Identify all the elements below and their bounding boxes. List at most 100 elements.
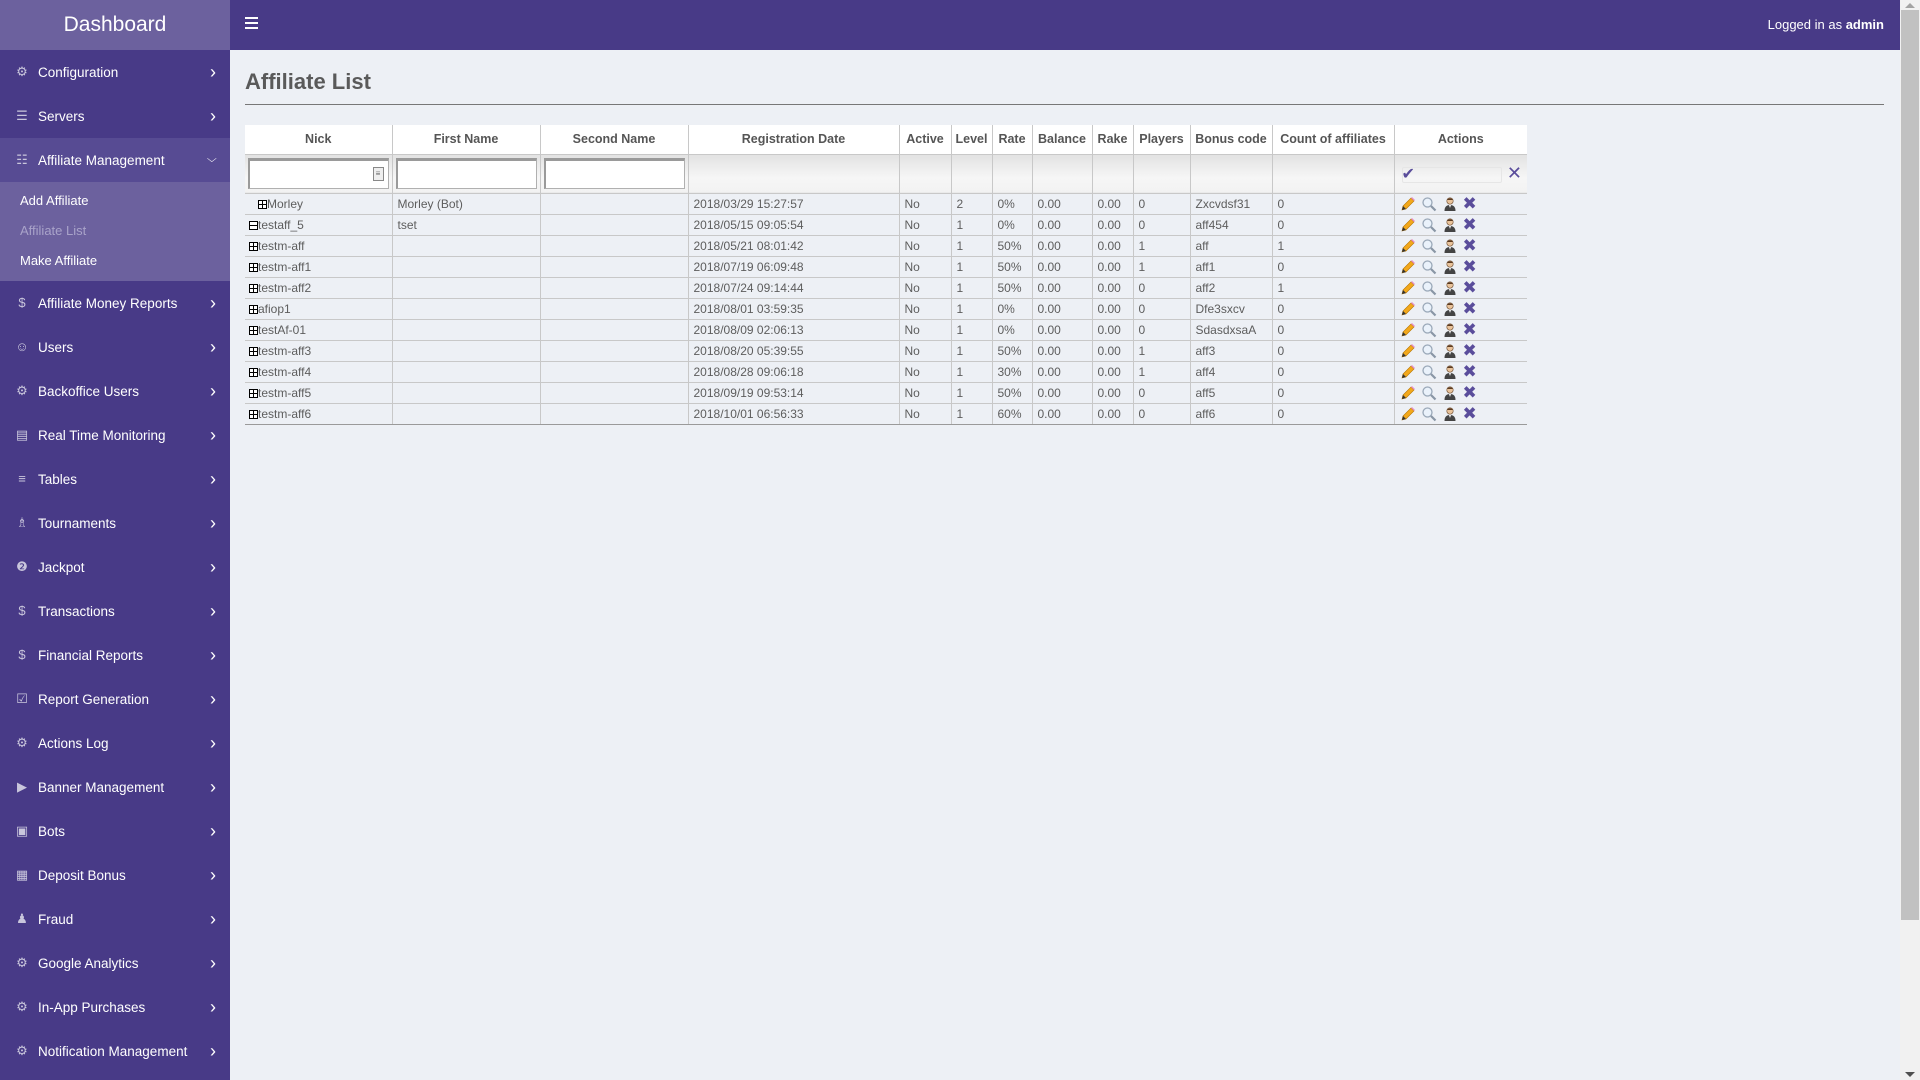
submenu-item-affiliate-list[interactable]: Affiliate List	[0, 216, 230, 246]
table-row[interactable]: testm-aff2 2018/07/24 09:14:44 No 1 50% 0.00 0…	[245, 277, 1527, 299]
expand-plus-icon[interactable]	[249, 262, 258, 272]
user-account-icon[interactable]	[1442, 259, 1458, 275]
table-row[interactable]: testaff_5 tset 2018/05/15 09:05:54 No 1 0% 0.0…	[245, 214, 1527, 236]
edit-pencil-icon[interactable]	[1400, 217, 1416, 233]
view-magnifier-icon[interactable]	[1421, 385, 1437, 401]
expand-plus-icon[interactable]	[249, 283, 258, 293]
sidebar-item-backoffice-users[interactable]: ⚙ Backoffice Users ›	[0, 369, 230, 413]
table-row[interactable]: Morley Morley (Bot) 2018/03/29 15:27:57 No 2…	[245, 193, 1527, 215]
sidebar-item-transactions[interactable]: $ Transactions ›	[0, 589, 230, 633]
submenu-item-add-affiliate[interactable]: Add Affiliate	[0, 186, 230, 216]
view-magnifier-icon[interactable]	[1421, 238, 1437, 254]
table-row[interactable]: testm-aff6 2018/10/01 06:56:33 No 1 60% 0.00 0…	[245, 403, 1527, 425]
sidebar-item-deposit-bonus[interactable]: ▦ Deposit Bonus ›	[0, 853, 230, 897]
view-magnifier-icon[interactable]	[1421, 217, 1437, 233]
sidebar-item-real-time-monitoring[interactable]: ▤ Real Time Monitoring ›	[0, 413, 230, 457]
column-header-count-of-affiliates[interactable]: Count of affiliates	[1272, 125, 1395, 155]
delete-x-icon[interactable]: ✖	[1463, 363, 1479, 380]
vertical-scrollbar[interactable]	[1900, 0, 1920, 1080]
sidebar-item-bots[interactable]: ▣ Bots ›	[0, 809, 230, 853]
edit-pencil-icon[interactable]	[1400, 364, 1416, 380]
delete-x-icon[interactable]: ✖	[1463, 384, 1479, 401]
scroll-down-arrow-icon[interactable]	[1905, 1072, 1915, 1077]
sidebar-item-users[interactable]: ☺ Users ›	[0, 325, 230, 369]
sidebar-item-affiliate-money-reports[interactable]: $ Affiliate Money Reports ›	[0, 281, 230, 325]
scrollbar-thumb[interactable]	[1901, 10, 1919, 920]
user-account-icon[interactable]	[1442, 196, 1458, 212]
table-row[interactable]: afiop1 2018/08/01 03:59:35 No 1 0% 0.00 0.00 0 D…	[245, 298, 1527, 320]
table-row[interactable]: testm-aff 2018/05/21 08:01:42 No 1 50% 0.00 0.…	[245, 235, 1527, 257]
sidebar-item-tables[interactable]: ≡ Tables ›	[0, 457, 230, 501]
sidebar-item-affiliate-management[interactable]: ☷ Affiliate Management ⌵	[0, 138, 230, 182]
user-account-icon[interactable]	[1442, 301, 1458, 317]
table-row[interactable]: testm-aff3 2018/08/20 05:39:55 No 1 50% 0.00 0…	[245, 340, 1527, 362]
column-header-players[interactable]: Players	[1133, 125, 1191, 155]
expand-plus-icon[interactable]	[249, 367, 258, 377]
sidebar-item-tournaments[interactable]: ♗ Tournaments ›	[0, 501, 230, 545]
user-account-icon[interactable]	[1442, 217, 1458, 233]
view-magnifier-icon[interactable]	[1421, 343, 1437, 359]
nick-filter-input[interactable]: ≡	[248, 158, 389, 189]
column-header-nick[interactable]: Nick	[245, 125, 393, 155]
collapse-minus-icon[interactable]	[249, 220, 258, 230]
view-magnifier-icon[interactable]	[1421, 259, 1437, 275]
table-row[interactable]: testAf-01 2018/08/09 02:06:13 No 1 0% 0.00 0.0…	[245, 319, 1527, 341]
view-magnifier-icon[interactable]	[1421, 301, 1437, 317]
apply-filter-check-icon[interactable]: ✔	[1402, 164, 1415, 184]
column-header-balance[interactable]: Balance	[1032, 125, 1093, 155]
delete-x-icon[interactable]: ✖	[1463, 321, 1479, 338]
brand-title[interactable]: Dashboard	[0, 0, 230, 50]
delete-x-icon[interactable]: ✖	[1463, 279, 1479, 296]
table-row[interactable]: testm-aff1 2018/07/19 06:09:48 No 1 50% 0.00 0…	[245, 256, 1527, 278]
second-name-filter-input[interactable]	[543, 158, 685, 189]
delete-x-icon[interactable]: ✖	[1463, 216, 1479, 233]
user-account-icon[interactable]	[1442, 343, 1458, 359]
delete-x-icon[interactable]: ✖	[1463, 237, 1479, 254]
delete-x-icon[interactable]: ✖	[1463, 258, 1479, 275]
user-account-icon[interactable]	[1442, 406, 1458, 422]
sidebar-item-fraud[interactable]: ♟ Fraud ›	[0, 897, 230, 941]
expand-plus-icon[interactable]	[249, 388, 258, 398]
column-header-active[interactable]: Active	[899, 125, 952, 155]
edit-pencil-icon[interactable]	[1400, 343, 1416, 359]
column-header-registration-date[interactable]: Registration Date	[688, 125, 900, 155]
user-account-icon[interactable]	[1442, 238, 1458, 254]
edit-pencil-icon[interactable]	[1400, 196, 1416, 212]
view-magnifier-icon[interactable]	[1421, 196, 1437, 212]
edit-pencil-icon[interactable]	[1400, 238, 1416, 254]
sidebar-item-google-analytics[interactable]: ⚙ Google Analytics ›	[0, 941, 230, 985]
sidebar-item-in-app-purchases[interactable]: ⚙ In-App Purchases ›	[0, 985, 230, 1029]
edit-pencil-icon[interactable]	[1400, 301, 1416, 317]
sidebar-item-financial-reports[interactable]: $ Financial Reports ›	[0, 633, 230, 677]
expand-plus-icon[interactable]	[249, 325, 258, 335]
sidebar-item-configuration[interactable]: ⚙ Configuration ›	[0, 50, 230, 94]
user-account-icon[interactable]	[1442, 280, 1458, 296]
edit-pencil-icon[interactable]	[1400, 259, 1416, 275]
view-magnifier-icon[interactable]	[1421, 322, 1437, 338]
filter-options-icon[interactable]: ≡	[372, 167, 384, 181]
menu-toggle-icon[interactable]	[245, 17, 258, 29]
delete-x-icon[interactable]: ✖	[1463, 195, 1479, 212]
sidebar-item-report-generation[interactable]: ☑ Report Generation ›	[0, 677, 230, 721]
edit-pencil-icon[interactable]	[1400, 406, 1416, 422]
delete-x-icon[interactable]: ✖	[1463, 405, 1479, 422]
table-row[interactable]: testm-aff4 2018/08/28 09:06:18 No 1 30% 0.00 0…	[245, 361, 1527, 383]
sidebar-item-actions-log[interactable]: ⚙ Actions Log ›	[0, 721, 230, 765]
first-name-filter-input[interactable]	[395, 158, 537, 189]
sidebar-item-jackpot[interactable]: ❷ Jackpot ›	[0, 545, 230, 589]
sidebar-item-banner-management[interactable]: ▶ Banner Management ›	[0, 765, 230, 809]
expand-plus-icon[interactable]	[249, 304, 258, 314]
user-account-icon[interactable]	[1442, 364, 1458, 380]
expand-plus-icon[interactable]	[258, 199, 267, 209]
sidebar-item-servers[interactable]: ☰ Servers ›	[0, 94, 230, 138]
view-magnifier-icon[interactable]	[1421, 364, 1437, 380]
column-header-bonus-code[interactable]: Bonus code	[1190, 125, 1273, 155]
view-magnifier-icon[interactable]	[1421, 280, 1437, 296]
expand-plus-icon[interactable]	[249, 409, 258, 419]
delete-x-icon[interactable]: ✖	[1463, 300, 1479, 317]
column-header-second-name[interactable]: Second Name	[540, 125, 689, 155]
view-magnifier-icon[interactable]	[1421, 406, 1437, 422]
edit-pencil-icon[interactable]	[1400, 385, 1416, 401]
clear-filter-x-icon[interactable]: ✕	[1507, 163, 1522, 184]
expand-plus-icon[interactable]	[249, 346, 258, 356]
